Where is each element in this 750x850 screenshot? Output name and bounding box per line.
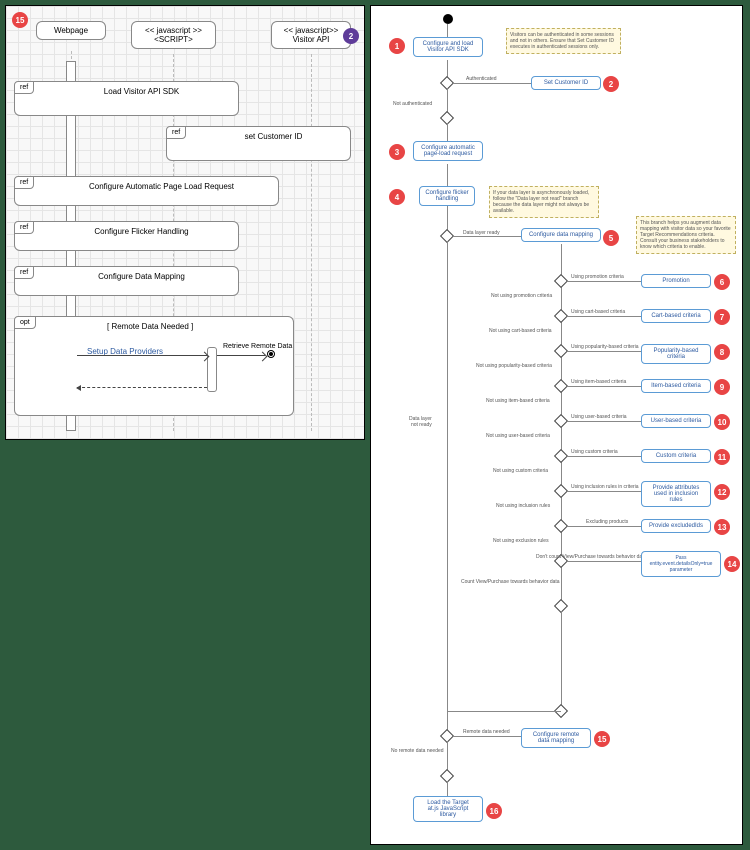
frag-title: Configure Automatic Page Load Request [55, 182, 268, 191]
opt-guard: [ Remote Data Needed ] [107, 322, 193, 331]
frag-set-customer: ref set Customer ID [166, 126, 351, 161]
frag-label: ref [14, 266, 34, 279]
note-branch: This branch helps you augment data mappi… [636, 216, 736, 254]
arrow-setup [77, 355, 207, 356]
badge-13: 13 [714, 519, 730, 535]
node-item[interactable]: Item-based criteria [641, 379, 711, 393]
badge-16: 16 [486, 803, 502, 819]
frag-title: Load Visitor API SDK [55, 87, 228, 96]
frag-title: set Customer ID [207, 132, 340, 141]
node-exclude[interactable]: Provide excludedIds [641, 519, 711, 533]
lifeline-visitor-api: << javascript>> Visitor API [271, 21, 351, 49]
frag-load-sdk: ref Load Visitor API SDK [14, 81, 239, 116]
frag-label: ref [14, 81, 34, 94]
badge-9: 9 [714, 379, 730, 395]
note-datalayer: If your data layer is asynchronously loa… [489, 186, 599, 218]
frag-title: Configure Data Mapping [55, 272, 228, 281]
badge-7: 7 [714, 309, 730, 325]
frag-label: opt [14, 316, 36, 329]
activation-remote [207, 347, 217, 392]
node-load-atjs[interactable]: Load the Target at.js JavaScript library [413, 796, 483, 822]
frag-label: ref [14, 221, 34, 234]
node-set-customer[interactable]: Set Customer ID [531, 76, 601, 90]
node-datamapping[interactable]: Configure data mapping [521, 228, 601, 242]
badge-10: 10 [714, 414, 730, 430]
badge-5: 5 [603, 230, 619, 246]
lbl-auth: Authenticated [466, 76, 497, 82]
frag-label: ref [14, 176, 34, 189]
badge-14: 14 [724, 556, 740, 572]
lbl-notauth: Not authenticated [393, 101, 432, 107]
badge-2-purple: 2 [343, 28, 359, 44]
retrieve-label: Retrieve Remote Data [223, 343, 292, 350]
badge-11: 11 [714, 449, 730, 465]
node-promotion[interactable]: Promotion [641, 274, 711, 288]
lifeline-script: << javascript >> <SCRIPT> [131, 21, 216, 49]
node-user[interactable]: User-based criteria [641, 414, 711, 428]
node-configure-sdk[interactable]: Configure and load Visitor API SDK [413, 37, 483, 57]
note-auth: Visitors can be authenticated in some se… [506, 28, 621, 54]
sequence-diagram-panel: 15 Webpage << javascript >> <SCRIPT> << … [5, 5, 365, 440]
badge-3: 3 [389, 144, 405, 160]
badge-12: 12 [714, 484, 730, 500]
frag-label: ref [166, 126, 186, 139]
frag-opt: opt [ Remote Data Needed ] Setup Data Pr… [14, 316, 294, 416]
arrow-return [77, 387, 207, 388]
node-pageload[interactable]: Configure automatic page-load request [413, 141, 483, 161]
lifeline-line-3 [311, 54, 312, 431]
frag-title: Configure Flicker Handling [55, 227, 228, 236]
badge-8: 8 [714, 344, 730, 360]
badge-1: 1 [389, 38, 405, 54]
badge-2: 2 [603, 76, 619, 92]
badge-6: 6 [714, 274, 730, 290]
badge-4: 4 [389, 189, 405, 205]
node-inclusion[interactable]: Provide attributes used in inclusion rul… [641, 481, 711, 507]
frag-datamapping: ref Configure Data Mapping [14, 266, 239, 296]
node-remote[interactable]: Configure remote data mapping [521, 728, 591, 748]
arrow-retrieve [217, 355, 265, 356]
end-circle [267, 350, 275, 358]
start-dot [443, 14, 453, 24]
node-detailsonly[interactable]: Pass entity.event.detailsOnly=true param… [641, 551, 721, 577]
badge-15: 15 [594, 731, 610, 747]
frag-pageload: ref Configure Automatic Page Load Reques… [14, 176, 279, 206]
node-custom[interactable]: Custom criteria [641, 449, 711, 463]
frag-flicker: ref Configure Flicker Handling [14, 221, 239, 251]
flowchart-panel: Configure and load Visitor API SDK 1 Vis… [370, 5, 743, 845]
node-flicker[interactable]: Configure flicker handling [419, 186, 475, 206]
badge-15-left: 15 [12, 12, 28, 28]
lbl-dlnotready: Data layer not ready [409, 416, 432, 428]
node-popularity[interactable]: Popularity-based criteria [641, 344, 711, 364]
lifeline-webpage: Webpage [36, 21, 106, 40]
node-cart[interactable]: Cart-based criteria [641, 309, 711, 323]
